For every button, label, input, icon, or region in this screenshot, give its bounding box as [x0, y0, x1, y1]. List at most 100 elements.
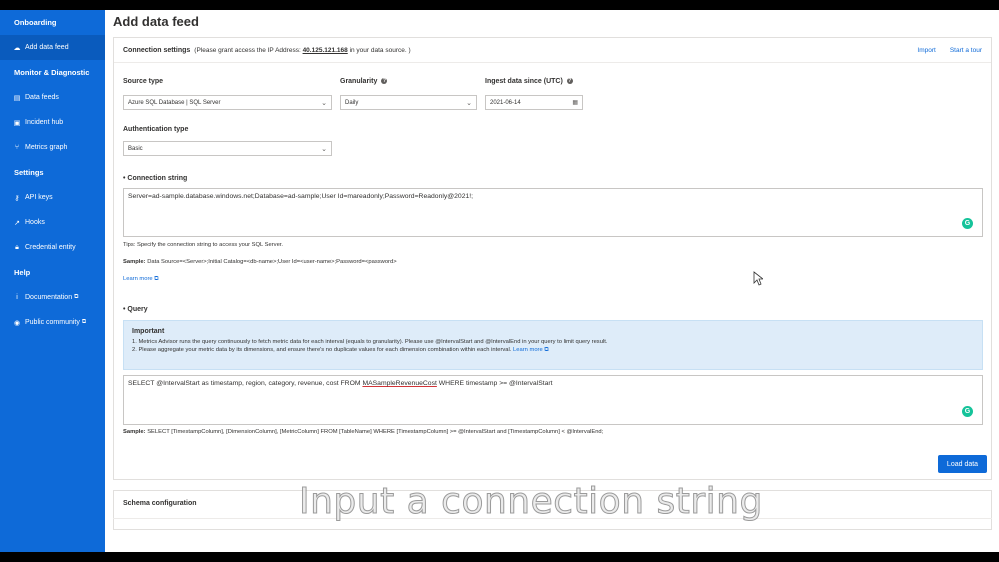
sidebar-item-add-data-feed[interactable]: ☁ Add data feed [0, 35, 105, 60]
sample-value: Data Source=<Server>;Initial Catalog=<db… [147, 259, 397, 265]
ip-address: 40.125.121.168 [302, 46, 348, 54]
sidebar-item-label: Documentation [25, 294, 73, 301]
granularity-value: Daily [345, 99, 359, 106]
chevron-down-icon: ⌄ [466, 99, 472, 107]
connection-sample: Sample: Data Source=<Server>;Initial Cat… [123, 259, 397, 265]
load-data-button[interactable]: Load data [938, 455, 987, 473]
source-type-value: Azure SQL Database | SQL Server [128, 99, 221, 106]
lock-icon: 🔒︎ [15, 243, 19, 251]
app-frame: Onboarding ☁ Add data feed Monitor & Dia… [0, 10, 999, 552]
important-line-1: 1. Metrics Advisor runs the query contin… [132, 339, 608, 345]
sidebar-section-onboarding: Onboarding [14, 18, 57, 27]
sidebar-section-help: Help [14, 268, 31, 277]
grammarly-icon[interactable]: G [962, 218, 973, 229]
sidebar-section-settings: Settings [14, 168, 44, 177]
import-link[interactable]: Import [917, 47, 935, 54]
chevron-down-icon: ⌄ [321, 99, 327, 107]
ingest-label-text: Ingest data since (UTC) [485, 78, 563, 85]
key-icon: ⚷ [14, 194, 20, 202]
sidebar-item-incident-hub[interactable]: ▣ Incident hub [0, 110, 105, 135]
connection-string-input[interactable]: Server=ad-sample.database.windows.net;Da… [123, 188, 983, 237]
granularity-dropdown[interactable]: Daily ⌄ [340, 95, 477, 110]
learn-more-text: Learn more [513, 347, 543, 353]
learn-more-link[interactable]: Learn more ⧉ [513, 347, 548, 353]
connection-tips: Tips: Specify the connection string to a… [123, 242, 284, 248]
sidebar-item-public-community[interactable]: ◉ Public community ⧉ [0, 310, 105, 335]
connection-settings-title: Connection settings [123, 46, 191, 54]
important-line-2: 2. Please aggregate your metric data by … [132, 347, 974, 354]
info-icon: i [16, 294, 18, 301]
auth-type-value: Basic [128, 145, 143, 152]
source-type-label: Source type [123, 78, 164, 85]
auth-type-dropdown[interactable]: Basic ⌄ [123, 141, 332, 156]
ingest-label: Ingest data since (UTC)? [485, 78, 573, 85]
sample-label: Sample: [123, 259, 146, 265]
schema-configuration-title: Schema configuration [123, 500, 197, 507]
ip-note-suffix: in your data source. ) [349, 46, 411, 54]
query-table-name: MASampleRevenueCost [362, 380, 437, 387]
sidebar-item-documentation[interactable]: i Documentation ⧉ [0, 285, 105, 310]
external-link-icon: ⧉ [81, 319, 87, 325]
important-infobox: Important 1. Metrics Advisor runs the qu… [123, 320, 983, 370]
learn-more-text: Learn more [123, 276, 153, 282]
start-tour-link[interactable]: Start a tour [950, 47, 982, 54]
important-title: Important [132, 328, 165, 335]
hook-icon: ↗ [14, 219, 20, 227]
query-label-text: Query [127, 306, 148, 313]
ingest-date-value: 2021-06-14 [490, 99, 521, 106]
info-icon[interactable]: ? [381, 78, 388, 85]
granularity-label: Granularity? [340, 78, 388, 85]
connection-settings-header: Connection settings (Please grant access… [114, 38, 991, 63]
main-content: Add data feed Connection settings (Pleas… [105, 10, 999, 552]
auth-type-label: Authentication type [123, 126, 189, 133]
external-link-icon: ⧉ [74, 294, 79, 300]
query-sample-label: Sample: [123, 429, 146, 435]
sidebar-section-monitor: Monitor & Diagnostic [14, 68, 90, 77]
query-sample: Sample: SELECT [TimestampColumn], [Dimen… [123, 429, 603, 435]
header-actions: Import Start a tour [917, 47, 982, 54]
sidebar-item-label: Data feeds [25, 94, 59, 101]
sidebar-item-label: API keys [25, 194, 53, 201]
granularity-label-text: Granularity [340, 78, 378, 85]
database-icon: ▤ [13, 94, 21, 102]
grammarly-icon[interactable]: G [962, 406, 973, 417]
video-caption: Input a connection string [299, 481, 763, 523]
sidebar-item-api-keys[interactable]: ⚷ API keys [0, 185, 105, 210]
page-title: Add data feed [113, 14, 199, 29]
query-text-post: WHERE timestamp >= @IntervalStart [436, 380, 553, 387]
source-type-dropdown[interactable]: Azure SQL Database | SQL Server ⌄ [123, 95, 332, 110]
info-icon[interactable]: ? [566, 78, 573, 85]
connection-string-label: • Connection string [123, 175, 188, 182]
query-input[interactable]: SELECT @IntervalStart as timestamp, regi… [123, 375, 983, 425]
learn-more-link[interactable]: Learn more ⧉ [123, 276, 158, 283]
ip-note-prefix: (Please grant access the IP Address: [194, 46, 301, 54]
graph-icon: ⑂ [14, 144, 20, 151]
chevron-down-icon: ⌄ [321, 145, 327, 153]
sidebar-item-label: Add data feed [25, 44, 69, 51]
connection-settings-card: Connection settings (Please grant access… [113, 37, 992, 480]
sidebar-item-hooks[interactable]: ↗ Hooks [0, 210, 105, 235]
chart-icon: ▣ [13, 119, 21, 127]
connection-string-label-text: Connection string [127, 175, 188, 182]
external-link-icon: ⧉ [544, 347, 549, 353]
connection-string-value: Server=ad-sample.database.windows.net;Da… [128, 193, 474, 200]
community-icon: ◉ [13, 319, 21, 327]
calendar-icon: ▦ [572, 100, 578, 106]
cloud-icon: ☁ [13, 44, 21, 52]
sidebar: Onboarding ☁ Add data feed Monitor & Dia… [0, 10, 105, 552]
query-text-pre: SELECT @IntervalStart as timestamp, regi… [128, 380, 363, 387]
sidebar-item-label: Metrics graph [25, 144, 68, 151]
sidebar-item-metrics-graph[interactable]: ⑂ Metrics graph [0, 135, 105, 160]
mouse-cursor-icon [753, 271, 763, 286]
sidebar-item-credential-entity[interactable]: 🔒︎ Credential entity [0, 235, 105, 260]
ingest-date-picker[interactable]: 2021-06-14 ▦ [485, 95, 583, 110]
important-line-2-text: 2. Please aggregate your metric data by … [132, 347, 512, 353]
external-link-icon: ⧉ [154, 276, 159, 282]
sidebar-item-label: Public community [25, 319, 80, 326]
sidebar-item-label: Credential entity [25, 244, 76, 251]
sidebar-item-data-feeds[interactable]: ▤ Data feeds [0, 85, 105, 110]
sidebar-item-label: Incident hub [25, 119, 64, 126]
query-label: • Query [123, 306, 148, 313]
sidebar-item-label: Hooks [25, 219, 45, 226]
query-sample-value: SELECT [TimestampColumn], [DimensionColu… [147, 429, 604, 435]
